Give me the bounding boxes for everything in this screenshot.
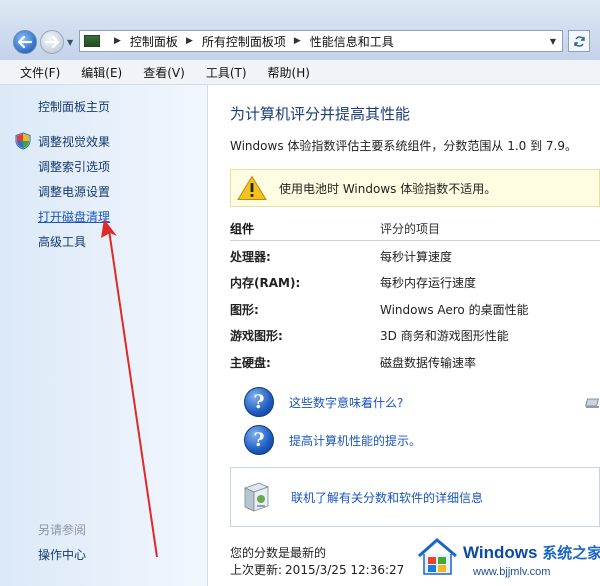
- page-description: Windows 体验指数评估主要系统组件，分数范围从 1.0 到 7.9。: [230, 139, 577, 153]
- computer-icon: [585, 398, 599, 408]
- breadcrumb-performance[interactable]: 性能信息和工具: [310, 33, 394, 50]
- advanced-tools-link[interactable]: 高级工具: [38, 233, 86, 250]
- warning-icon: [237, 175, 267, 200]
- menu-edit[interactable]: 编辑(E): [80, 64, 123, 81]
- what-numbers-mean-link[interactable]: 这些数字意味着什么?: [289, 394, 403, 411]
- menu-bar: 文件(F) 编辑(E) 查看(V) 工具(T) 帮助(H): [0, 60, 600, 85]
- adjust-visual-effects-link[interactable]: 调整视觉效果: [38, 133, 110, 150]
- table-header: 组件 评分的项目: [230, 216, 600, 241]
- component-name: 内存(RAM):: [230, 276, 301, 291]
- help-question-icon: ?: [244, 425, 274, 455]
- back-button[interactable]: [13, 30, 37, 54]
- rated-item: 每秒内存运行速度: [380, 276, 477, 291]
- address-history-dropdown[interactable]: ▼: [550, 37, 556, 46]
- table-row: 主硬盘: 磁盘数据传输速率: [230, 349, 600, 376]
- score-status: 您的分数是最新的: [230, 546, 327, 560]
- last-update-value: 2015/3/25 12:36:27: [285, 563, 405, 577]
- online-info-link[interactable]: 联机了解有关分数和软件的详细信息: [291, 489, 483, 506]
- column-header-component: 组件: [230, 221, 255, 236]
- menu-file[interactable]: 文件(F): [19, 64, 61, 81]
- menu-view[interactable]: 查看(V): [142, 64, 186, 81]
- forward-button[interactable]: [40, 30, 64, 54]
- site-watermark: Windows 系统之家 www.bjjmlv.com: [410, 534, 600, 586]
- column-header-rated-item: 评分的项目: [380, 221, 441, 236]
- online-info-box: 联机了解有关分数和软件的详细信息: [230, 467, 600, 527]
- warning-text: 使用电池时 Windows 体验指数不适用。: [279, 181, 497, 196]
- page-title: 为计算机评分并提高其性能: [230, 105, 411, 123]
- score-table: 组件 评分的项目 处理器: 每秒计算速度 内存(RAM): 每秒内存运行速度 图…: [230, 216, 600, 376]
- chevron-right-icon[interactable]: ▶: [114, 36, 121, 46]
- chevron-right-icon[interactable]: ▶: [186, 36, 193, 46]
- arrow-right-icon: [45, 36, 59, 48]
- menu-tools[interactable]: 工具(T): [205, 64, 248, 81]
- watermark-title: Windows 系统之家: [463, 542, 600, 563]
- last-update: 上次更新: 2015/3/25 12:36:27: [230, 561, 404, 578]
- help-item-numbers[interactable]: ? 这些数字意味着什么?: [244, 387, 403, 417]
- action-center-link[interactable]: 操作中心: [38, 546, 86, 563]
- rated-item: 每秒计算速度: [380, 249, 453, 264]
- rated-item: 3D 商务和游戏图形性能: [380, 329, 509, 344]
- table-row: 图形: Windows Aero 的桌面性能: [230, 296, 600, 323]
- address-toolbar: ▼ ▶ 控制面板 ▶ 所有控制面板项 ▶ 性能信息和工具 ▼: [0, 0, 600, 60]
- component-name: 图形:: [230, 302, 259, 317]
- breadcrumb-control-panel[interactable]: 控制面板: [130, 33, 178, 50]
- refresh-button[interactable]: [568, 30, 590, 52]
- main-content: 为计算机评分并提高其性能 Windows 体验指数评估主要系统组件，分数范围从 …: [208, 85, 600, 586]
- table-row: 处理器: 每秒计算速度: [230, 243, 600, 270]
- watermark-title-en: Windows: [463, 543, 538, 562]
- chevron-right-icon[interactable]: ▶: [294, 36, 301, 46]
- address-box[interactable]: ▶ 控制面板 ▶ 所有控制面板项 ▶ 性能信息和工具 ▼: [79, 30, 563, 52]
- last-update-label: 上次更新:: [230, 563, 283, 577]
- task-pane: 控制面板主页 调整视觉效果 调整索引选项 调整电源设置 打开磁盘清理 高级工具 …: [0, 85, 208, 586]
- control-panel-icon: [84, 35, 100, 47]
- help-item-tips[interactable]: ? 提高计算机性能的提示。: [244, 425, 421, 455]
- windows-logo-icon: [418, 538, 457, 575]
- menu-help[interactable]: 帮助(H): [267, 64, 311, 81]
- recent-pages-dropdown[interactable]: ▼: [67, 38, 73, 47]
- performance-tips-link[interactable]: 提高计算机性能的提示。: [289, 432, 421, 449]
- see-also-heading: 另请参阅: [38, 523, 87, 537]
- arrow-left-icon: [18, 36, 32, 48]
- software-box-icon: [243, 482, 270, 512]
- component-name: 主硬盘:: [230, 355, 271, 370]
- adjust-indexing-options-link[interactable]: 调整索引选项: [38, 158, 110, 175]
- component-name: 游戏图形:: [230, 329, 283, 344]
- rated-item: Windows Aero 的桌面性能: [380, 302, 529, 317]
- table-row: 游戏图形: 3D 商务和游戏图形性能: [230, 323, 600, 350]
- control-panel-home-link[interactable]: 控制面板主页: [38, 98, 110, 115]
- component-name: 处理器:: [230, 249, 271, 264]
- watermark-title-cn: 系统之家: [542, 545, 600, 562]
- adjust-power-settings-link[interactable]: 调整电源设置: [38, 183, 110, 200]
- battery-warning-banner: 使用电池时 Windows 体验指数不适用。: [230, 169, 600, 207]
- shield-icon: [15, 132, 31, 150]
- breadcrumb-all-items[interactable]: 所有控制面板项: [202, 33, 286, 50]
- rated-item: 磁盘数据传输速率: [380, 355, 477, 370]
- table-row: 内存(RAM): 每秒内存运行速度: [230, 270, 600, 297]
- refresh-icon: [573, 35, 585, 47]
- open-disk-cleanup-link[interactable]: 打开磁盘清理: [38, 208, 110, 225]
- watermark-url: www.bjjmlv.com: [473, 566, 551, 578]
- help-question-icon: ?: [244, 387, 274, 417]
